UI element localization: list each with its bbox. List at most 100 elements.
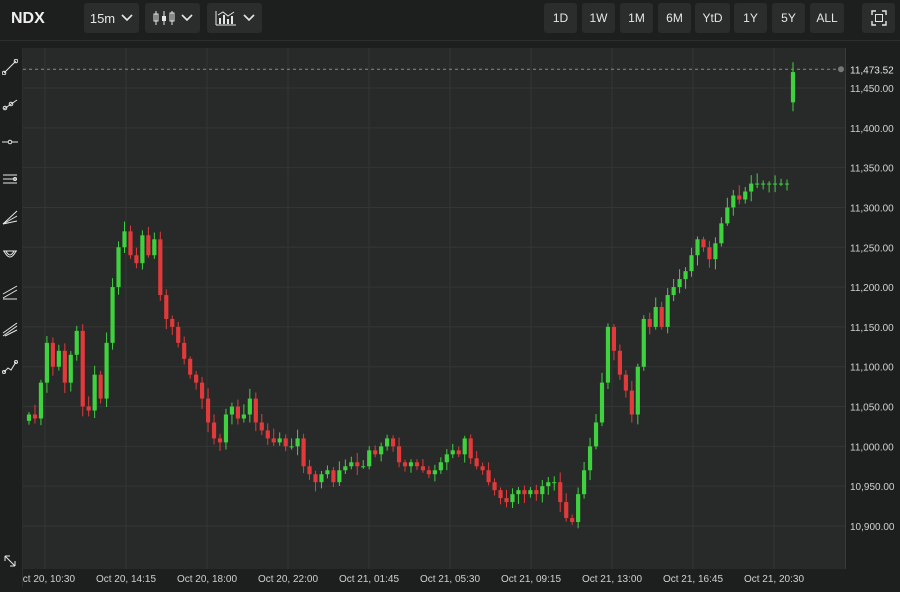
- candle[interactable]: [576, 487, 581, 529]
- candle[interactable]: [343, 459, 348, 474]
- candle[interactable]: [593, 414, 599, 450]
- candle[interactable]: [391, 435, 396, 452]
- candle[interactable]: [564, 493, 569, 522]
- time-axis[interactable]: Oct 20, 10:30 Oct 20, 14:15 Oct 20, 18:00 O…: [15, 569, 845, 587]
- interval-dropdown[interactable]: 15m: [84, 3, 139, 33]
- candle[interactable]: [444, 449, 449, 471]
- candle[interactable]: [653, 297, 658, 330]
- tool-arc[interactable]: [0, 244, 20, 266]
- candle[interactable]: [426, 465, 431, 479]
- candle[interactable]: [396, 437, 402, 468]
- symbol-label[interactable]: NDX: [11, 10, 45, 28]
- candle[interactable]: [62, 343, 67, 393]
- candle[interactable]: [617, 344, 622, 380]
- candle[interactable]: [253, 392, 258, 432]
- candle[interactable]: [247, 388, 252, 423]
- tool-pitchfork[interactable]: [0, 318, 20, 340]
- tool-parallel-channel[interactable]: [0, 168, 20, 190]
- candle[interactable]: [438, 457, 443, 474]
- candle[interactable]: [468, 434, 473, 465]
- candlestick-plot[interactable]: [23, 48, 845, 569]
- candle[interactable]: [92, 365, 97, 419]
- candle[interactable]: [570, 514, 575, 525]
- range-all-button[interactable]: ALL: [810, 3, 844, 33]
- candle[interactable]: [373, 445, 378, 458]
- tool-regression-channel[interactable]: [0, 281, 20, 303]
- candle[interactable]: [587, 437, 593, 481]
- candle[interactable]: [68, 351, 73, 392]
- tool-ray[interactable]: [0, 93, 20, 115]
- candle[interactable]: [486, 462, 491, 486]
- tool-trend-line[interactable]: [0, 56, 20, 78]
- candle[interactable]: [337, 461, 342, 486]
- candle[interactable]: [671, 278, 676, 302]
- range-5y-button[interactable]: 5Y: [772, 3, 805, 33]
- candle[interactable]: [755, 173, 760, 189]
- candle[interactable]: [540, 479, 545, 503]
- candle[interactable]: [140, 230, 145, 270]
- range-1w-button[interactable]: 1W: [582, 3, 615, 33]
- candle[interactable]: [743, 187, 748, 204]
- candle[interactable]: [546, 476, 551, 495]
- candle[interactable]: [749, 175, 754, 202]
- range-6m-button[interactable]: 6M: [658, 3, 691, 33]
- candle[interactable]: [420, 459, 426, 473]
- candle[interactable]: [778, 178, 784, 187]
- chart-plot-area[interactable]: [23, 48, 845, 569]
- candle[interactable]: [307, 459, 312, 480]
- candle[interactable]: [737, 185, 742, 205]
- candle[interactable]: [534, 484, 539, 501]
- candle[interactable]: [182, 336, 187, 365]
- candle[interactable]: [176, 321, 181, 348]
- candle[interactable]: [767, 181, 772, 193]
- candle[interactable]: [271, 428, 276, 446]
- fullscreen-button[interactable]: [862, 3, 895, 33]
- candle[interactable]: [659, 301, 664, 330]
- candle[interactable]: [152, 232, 157, 259]
- candle[interactable]: [211, 414, 217, 445]
- candle[interactable]: [158, 231, 163, 301]
- candle[interactable]: [492, 478, 497, 496]
- candle[interactable]: [379, 442, 384, 462]
- candle[interactable]: [402, 459, 408, 472]
- candle[interactable]: [194, 371, 199, 390]
- tool-fan[interactable]: [0, 206, 20, 228]
- candle[interactable]: [528, 487, 533, 498]
- candle[interactable]: [355, 452, 360, 476]
- candle[interactable]: [474, 451, 479, 470]
- candle[interactable]: [510, 488, 515, 509]
- candle[interactable]: [241, 404, 246, 423]
- candle[interactable]: [683, 267, 688, 289]
- indicators-dropdown[interactable]: [207, 3, 262, 33]
- candle[interactable]: [522, 485, 527, 504]
- candle[interactable]: [104, 332, 109, 408]
- candle[interactable]: [38, 379, 44, 426]
- candle[interactable]: [74, 325, 79, 361]
- candle[interactable]: [456, 446, 461, 458]
- candle[interactable]: [50, 337, 55, 376]
- candle[interactable]: [80, 324, 85, 417]
- candle[interactable]: [432, 464, 437, 482]
- candle[interactable]: [116, 241, 121, 295]
- candle[interactable]: [301, 433, 306, 474]
- range-ytd-button[interactable]: YtD: [695, 3, 730, 33]
- candle[interactable]: [283, 434, 288, 452]
- candle[interactable]: [635, 363, 640, 425]
- candle[interactable]: [223, 408, 229, 450]
- candle[interactable]: [295, 429, 300, 456]
- candle[interactable]: [367, 446, 372, 470]
- tool-measure[interactable]: [0, 550, 20, 572]
- candle[interactable]: [229, 402, 235, 425]
- candle[interactable]: [217, 433, 223, 451]
- candle[interactable]: [713, 237, 718, 270]
- range-1m-button[interactable]: 1M: [620, 3, 653, 33]
- candle[interactable]: [605, 323, 611, 390]
- price-axis[interactable]: 11,473.52 11,450.00 11,400.00 11,350.00 11,3…: [845, 48, 900, 569]
- candle[interactable]: [349, 456, 354, 470]
- candle[interactable]: [164, 289, 169, 330]
- candle[interactable]: [784, 179, 790, 191]
- tool-path[interactable]: [0, 356, 20, 378]
- candle[interactable]: [325, 465, 330, 479]
- candle[interactable]: [719, 217, 724, 247]
- candle[interactable]: [599, 372, 605, 427]
